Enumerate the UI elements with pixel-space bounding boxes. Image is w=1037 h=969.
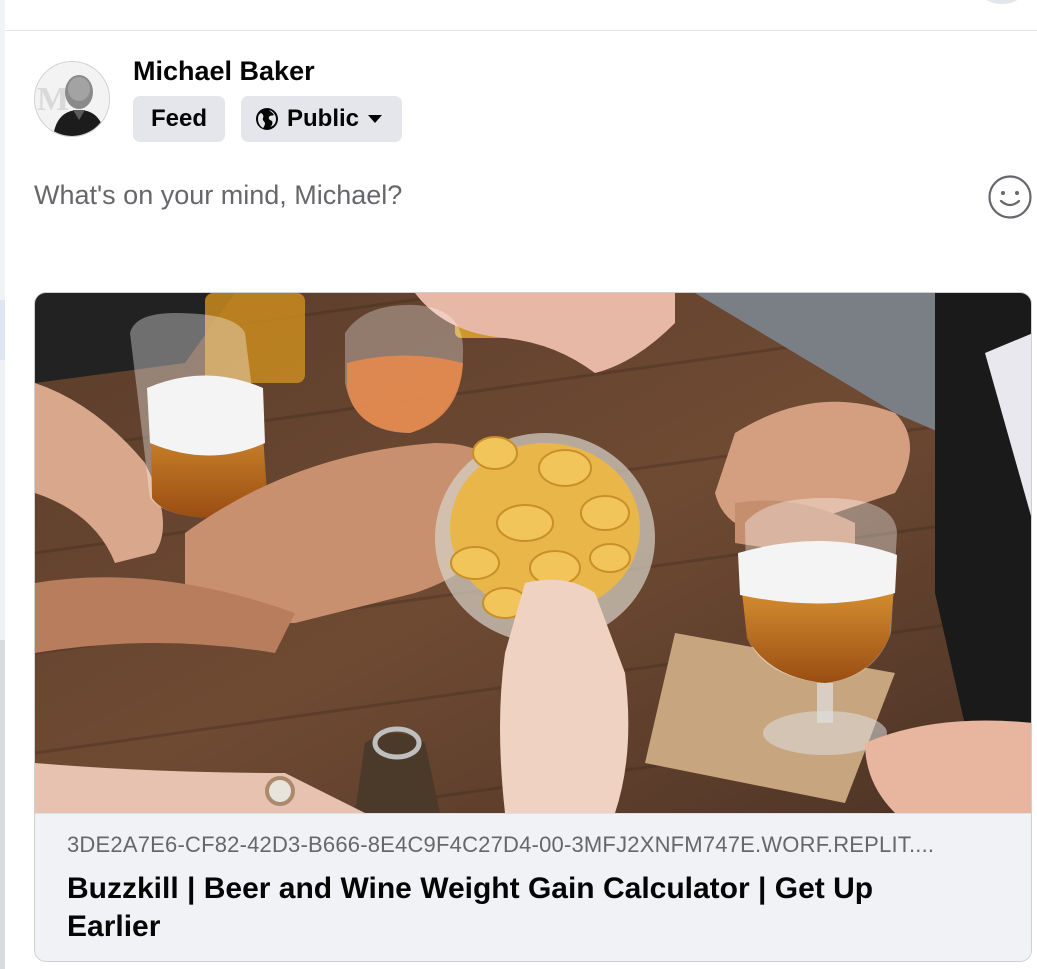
close-button[interactable] — [970, 0, 1034, 4]
post-text-input[interactable] — [34, 170, 954, 220]
link-preview-card[interactable]: 3DE2A7E6-CF82-42D3-B666-8E4C9F4C27D4-00-… — [34, 292, 1032, 962]
privacy-selector-button[interactable]: Public — [241, 96, 402, 142]
header-divider — [5, 30, 1037, 31]
avatar: M — [34, 61, 110, 137]
caret-down-icon — [368, 115, 383, 123]
link-preview-meta[interactable]: 3DE2A7E6-CF82-42D3-B666-8E4C9F4C27D4-00-… — [35, 813, 1031, 961]
globe-icon — [256, 108, 278, 130]
feed-audience-button[interactable]: Feed — [133, 96, 225, 142]
link-title[interactable]: Buzzkill | Beer and Wine Weight Gain Cal… — [67, 870, 967, 946]
smiley-icon — [988, 175, 1032, 219]
link-domain: 3DE2A7E6-CF82-42D3-B666-8E4C9F4C27D4-00-… — [67, 832, 935, 857]
avatar-photo: M — [35, 62, 109, 136]
privacy-label: Public — [287, 105, 360, 132]
feed-label: Feed — [150, 105, 207, 132]
emoji-button[interactable] — [987, 174, 1033, 220]
svg-text:M: M — [37, 81, 69, 118]
author-name: Michael Baker — [133, 56, 315, 86]
link-preview-image — [35, 293, 1031, 813]
background-page-edge — [0, 0, 5, 969]
